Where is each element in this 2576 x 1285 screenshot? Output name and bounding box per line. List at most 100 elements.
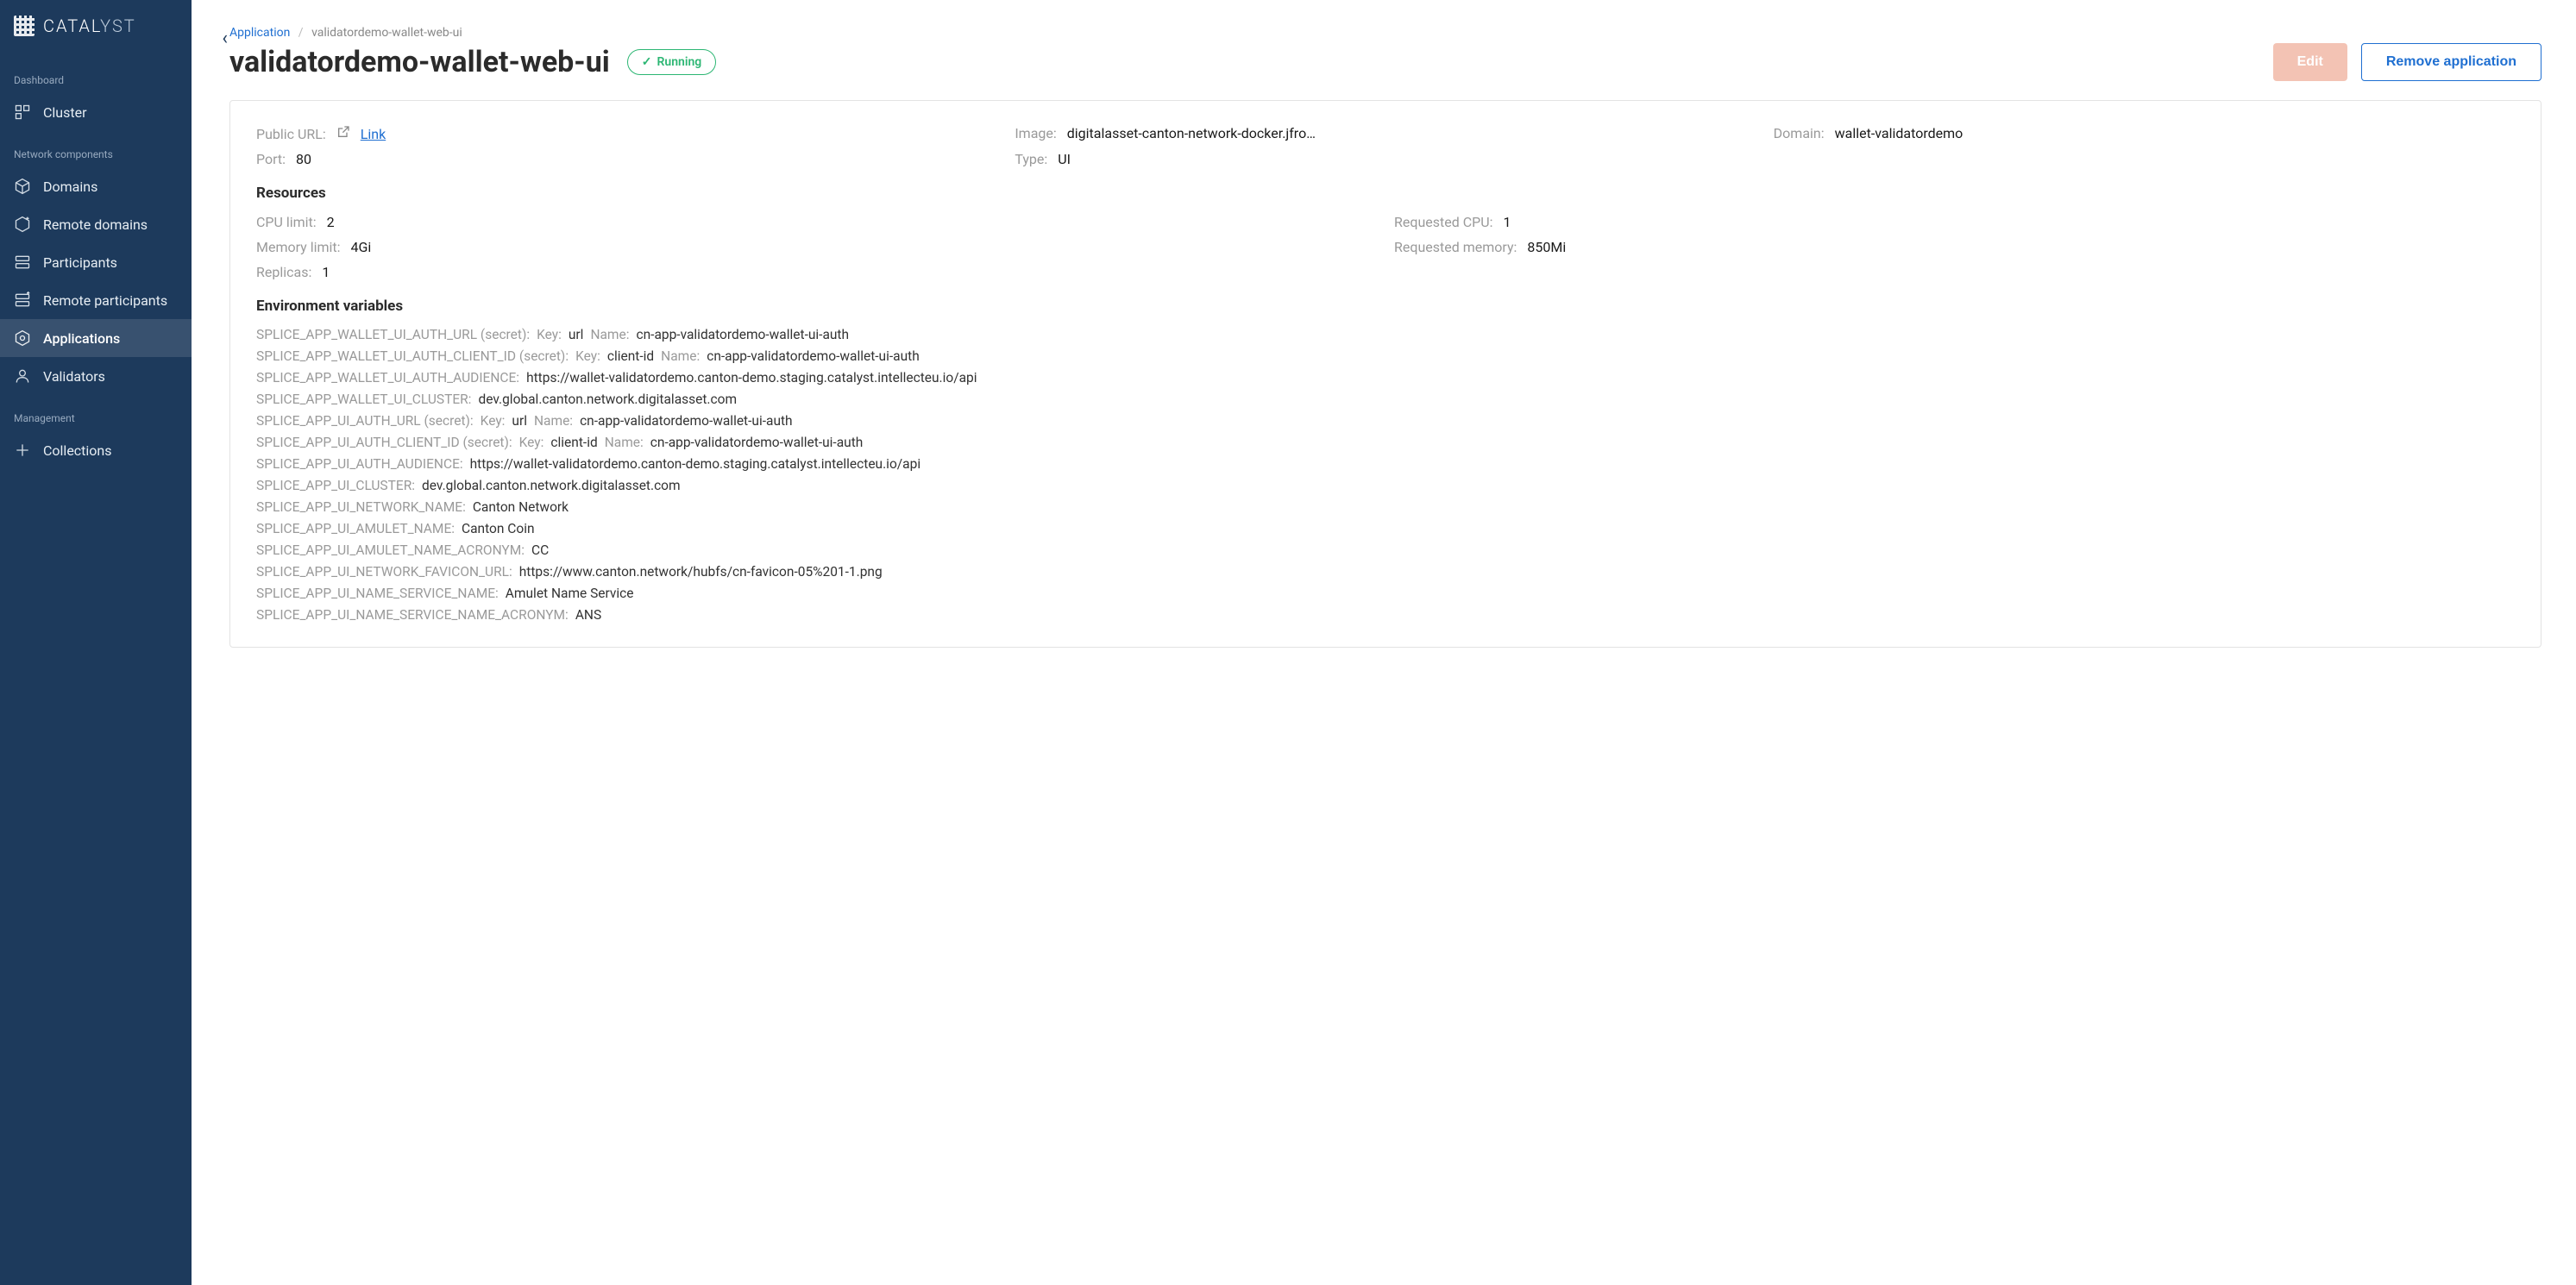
env-var-name: SPLICE_APP_UI_AMULET_NAME: bbox=[256, 521, 455, 536]
sidebar-item-domains[interactable]: Domains bbox=[0, 167, 192, 205]
server-icon bbox=[14, 254, 31, 271]
env-name-value: cn-app-validatordemo-wallet-ui-auth bbox=[650, 435, 864, 450]
sidebar: CATALYST ‹ Dashboard Cluster Network com… bbox=[0, 0, 192, 1285]
memory-limit-value: 4Gi bbox=[351, 239, 372, 255]
breadcrumb-root-link[interactable]: Application bbox=[229, 26, 290, 40]
port-label: Port: bbox=[256, 151, 286, 167]
env-name-label: Name: bbox=[534, 413, 573, 429]
sidebar-item-label: Remote domains bbox=[43, 216, 148, 233]
env-name-label: Name: bbox=[661, 348, 700, 364]
sidebar-item-label: Cluster bbox=[43, 104, 87, 121]
env-row: SPLICE_APP_UI_NETWORK_NAME:Canton Networ… bbox=[256, 499, 2515, 515]
env-list: SPLICE_APP_WALLET_UI_AUTH_URL (secret): K… bbox=[256, 327, 2515, 623]
page-title: validatordemo-wallet-web-ui bbox=[229, 45, 610, 79]
env-name-value: cn-app-validatordemo-wallet-ui-auth bbox=[580, 413, 793, 429]
brand-logo-icon bbox=[14, 16, 35, 36]
sidebar-item-validators[interactable]: Validators bbox=[0, 357, 192, 395]
status-text: Running bbox=[657, 55, 701, 69]
env-value: Amulet Name Service bbox=[506, 586, 634, 601]
env-key-value: url bbox=[512, 413, 527, 429]
cpu-limit-label: CPU limit: bbox=[256, 214, 317, 230]
type-pair: Type: UI bbox=[1015, 151, 1756, 167]
header-actions: Edit Remove application bbox=[2273, 43, 2541, 81]
resources-heading: Resources bbox=[256, 185, 2515, 202]
env-var-name: SPLICE_APP_UI_NETWORK_NAME: bbox=[256, 499, 466, 515]
sidebar-item-cluster[interactable]: Cluster bbox=[0, 93, 192, 131]
sidebar-item-label: Participants bbox=[43, 254, 117, 271]
env-var-name: SPLICE_APP_UI_CLUSTER: bbox=[256, 478, 415, 493]
env-key-label: Key: bbox=[481, 413, 506, 429]
env-value: ANS bbox=[575, 607, 601, 623]
requested-memory-label: Requested memory: bbox=[1394, 239, 1517, 255]
env-name-label: Name: bbox=[605, 435, 644, 450]
env-row: SPLICE_APP_UI_NAME_SERVICE_NAME_ACRONYM:… bbox=[256, 607, 2515, 623]
sidebar-item-collections[interactable]: Collections bbox=[0, 431, 192, 469]
env-var-name: SPLICE_APP_UI_AUTH_URL (secret): bbox=[256, 413, 474, 429]
env-var-name: SPLICE_APP_WALLET_UI_CLUSTER: bbox=[256, 392, 471, 407]
env-value: CC bbox=[531, 542, 549, 558]
plus-icon bbox=[14, 442, 31, 459]
env-key-label: Key: bbox=[537, 327, 562, 342]
env-var-name: SPLICE_APP_UI_NAME_SERVICE_NAME_ACRONYM: bbox=[256, 607, 569, 623]
env-row: SPLICE_APP_UI_AMULET_NAME:Canton Coin bbox=[256, 521, 2515, 536]
check-icon: ✓ bbox=[642, 55, 652, 69]
env-row: SPLICE_APP_UI_AUTH_AUDIENCE: https://wall… bbox=[256, 456, 2515, 472]
domain-label: Domain: bbox=[1774, 125, 1825, 141]
env-key-label: Key: bbox=[519, 435, 544, 450]
env-value: https://wallet-validatordemo.canton-demo… bbox=[470, 456, 920, 472]
sidebar-item-participants[interactable]: Participants bbox=[0, 243, 192, 281]
sidebar-item-label: Validators bbox=[43, 368, 105, 385]
server-plus-icon bbox=[14, 291, 31, 309]
env-var-name: SPLICE_APP_UI_AUTH_AUDIENCE: bbox=[256, 456, 463, 472]
status-badge: ✓ Running bbox=[627, 49, 717, 75]
env-value: dev.global.canton.network.digitalasset.c… bbox=[478, 392, 737, 407]
header-row: validatordemo-wallet-web-ui ✓ Running Ed… bbox=[229, 43, 2541, 81]
env-row: SPLICE_APP_WALLET_UI_CLUSTER: dev.global.… bbox=[256, 392, 2515, 407]
brand-row: CATALYST ‹ bbox=[0, 16, 192, 57]
main-content: Application / validatordemo-wallet-web-u… bbox=[192, 0, 2576, 1285]
memory-limit-pair: Memory limit: 4Gi bbox=[256, 239, 1377, 255]
collapse-sidebar-button[interactable]: ‹ bbox=[222, 28, 228, 49]
public-url-pair: Public URL: Link bbox=[256, 125, 997, 142]
requested-cpu-value: 1 bbox=[1503, 214, 1511, 230]
info-grid-top: Public URL: Link Image: digitalasset-can… bbox=[256, 125, 2515, 167]
env-value: dev.global.canton.network.digitalasset.c… bbox=[422, 478, 681, 493]
sidebar-item-label: Applications bbox=[43, 330, 120, 347]
section-label-network: Network components bbox=[0, 131, 192, 167]
env-var-name: SPLICE_APP_WALLET_UI_AUTH_URL (secret): bbox=[256, 327, 530, 342]
env-row: SPLICE_APP_UI_AUTH_URL (secret): Key: url N… bbox=[256, 413, 2515, 429]
edit-button[interactable]: Edit bbox=[2273, 43, 2347, 81]
env-row: SPLICE_APP_UI_NETWORK_FAVICON_URL:https:… bbox=[256, 564, 2515, 580]
image-label: Image: bbox=[1015, 125, 1056, 141]
image-pair: Image: digitalasset-canton-network-docke… bbox=[1015, 125, 1756, 142]
sidebar-item-remote-domains[interactable]: Remote domains bbox=[0, 205, 192, 243]
external-link-icon bbox=[336, 125, 350, 142]
env-key-label: Key: bbox=[575, 348, 600, 364]
env-var-name: SPLICE_APP_UI_NAME_SERVICE_NAME: bbox=[256, 586, 499, 601]
resources-grid: CPU limit: 2 Requested CPU: 1 Memory lim… bbox=[256, 214, 2515, 280]
public-url-link[interactable]: Link bbox=[361, 126, 386, 142]
env-key-value: client-id bbox=[607, 348, 654, 364]
remove-application-button[interactable]: Remove application bbox=[2361, 43, 2541, 81]
public-url-label: Public URL: bbox=[256, 126, 326, 142]
replicas-value: 1 bbox=[322, 264, 330, 280]
env-row: SPLICE_APP_UI_NAME_SERVICE_NAME: Amulet N… bbox=[256, 586, 2515, 601]
env-var-name: SPLICE_APP_UI_AMULET_NAME_ACRONYM: bbox=[256, 542, 525, 558]
requested-memory-pair: Requested memory: 850Mi bbox=[1394, 239, 2515, 255]
cpu-limit-pair: CPU limit: 2 bbox=[256, 214, 1377, 230]
env-var-name: SPLICE_APP_UI_AUTH_CLIENT_ID (secret): bbox=[256, 435, 512, 450]
domain-pair: Domain: wallet-validatordemo bbox=[1774, 125, 2515, 142]
env-row: SPLICE_APP_UI_AMULET_NAME_ACRONYM: CC bbox=[256, 542, 2515, 558]
env-value: https://wallet-validatordemo.canton-demo… bbox=[526, 370, 977, 386]
breadcrumb-current: validatordemo-wallet-web-ui bbox=[311, 26, 462, 40]
breadcrumb-sep: / bbox=[298, 26, 304, 40]
type-value: UI bbox=[1058, 151, 1071, 167]
env-row: SPLICE_APP_UI_CLUSTER: dev.global.canton.… bbox=[256, 478, 2515, 493]
sidebar-item-applications[interactable]: Applications bbox=[0, 319, 192, 357]
sidebar-item-remote-participants[interactable]: Remote participants bbox=[0, 281, 192, 319]
type-label: Type: bbox=[1015, 151, 1047, 167]
applications-icon bbox=[14, 329, 31, 347]
image-value: digitalasset-canton-network-docker.jfrog… bbox=[1067, 125, 1317, 141]
cpu-limit-value: 2 bbox=[327, 214, 335, 230]
env-value: https://www.canton.network/hubfs/cn-favi… bbox=[519, 564, 883, 580]
